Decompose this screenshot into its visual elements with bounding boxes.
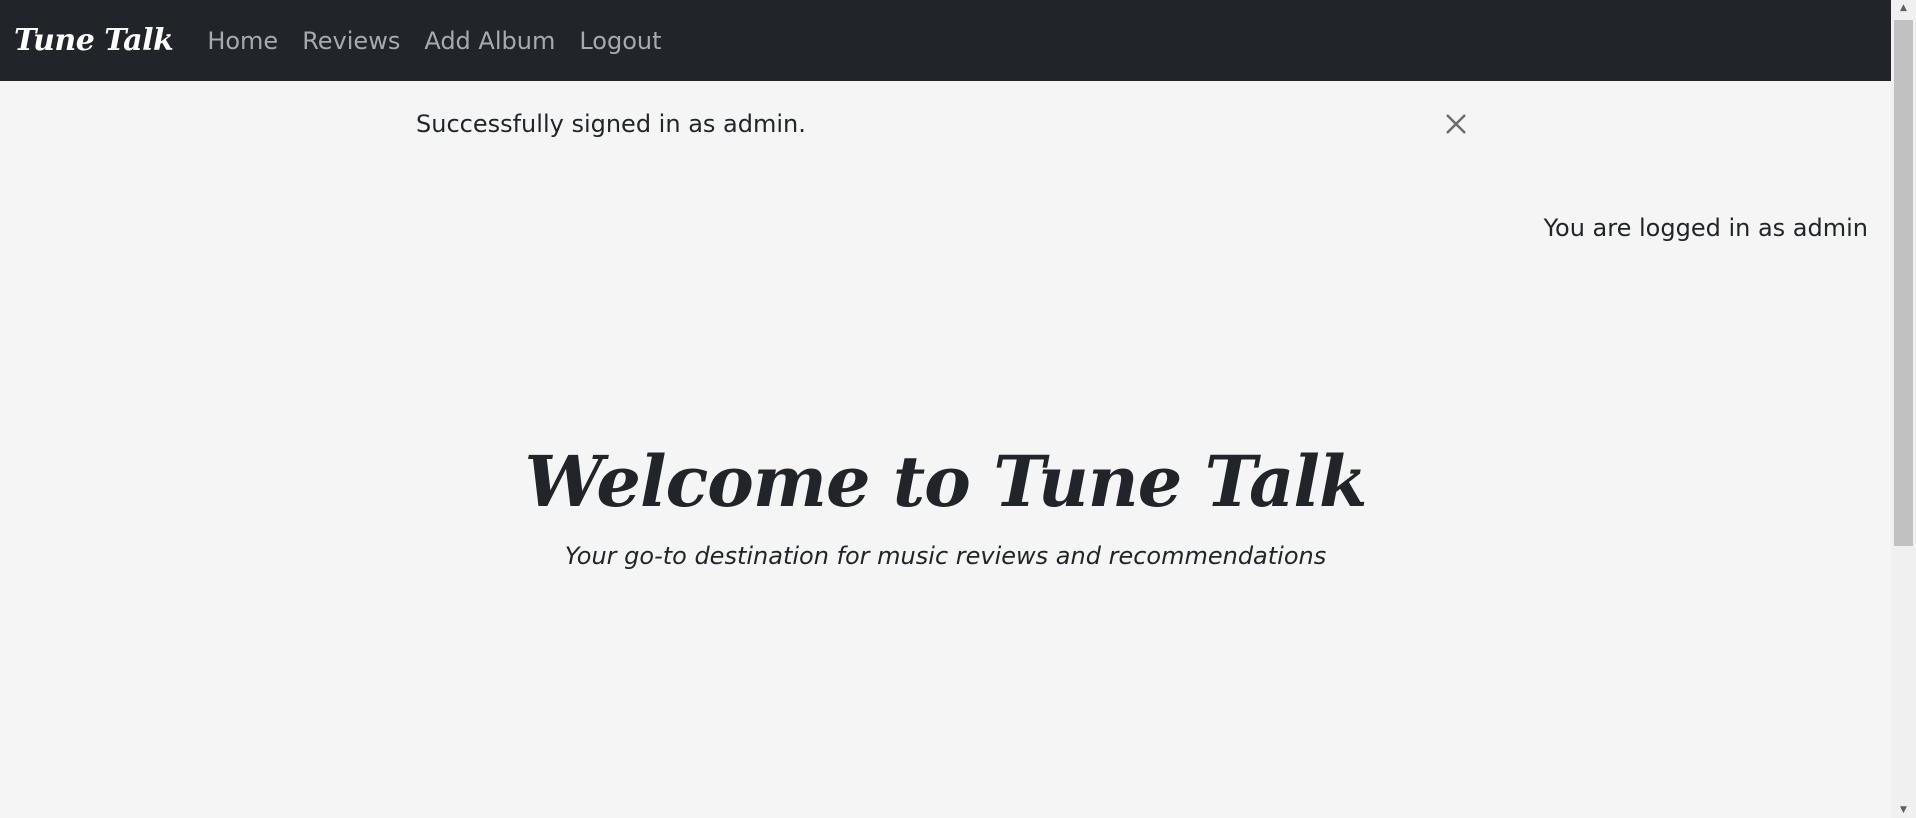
scrollbar-thumb[interactable] — [1894, 20, 1913, 546]
nav-link-add-album[interactable]: Add Album — [424, 27, 555, 55]
vertical-scrollbar[interactable]: ▲ ▼ — [1891, 0, 1916, 818]
flash-alert: Successfully signed in as admin. — [416, 106, 1476, 142]
alert-message: Successfully signed in as admin. — [416, 110, 806, 138]
close-icon — [1446, 114, 1466, 134]
scroll-down-arrow-icon[interactable]: ▼ — [1891, 802, 1916, 818]
top-navbar: Tune Talk Home Reviews Add Album Logout — [0, 0, 1891, 81]
nav-link-home[interactable]: Home — [207, 27, 278, 55]
hero-subtitle: Your go-to destination for music reviews… — [564, 542, 1327, 570]
nav-link-logout[interactable]: Logout — [579, 27, 661, 55]
hero-title: Welcome to Tune Talk — [524, 440, 1368, 523]
close-alert-button[interactable] — [1438, 106, 1474, 142]
nav-link-reviews[interactable]: Reviews — [302, 27, 400, 55]
logged-in-status: You are logged in as admin — [1543, 214, 1868, 242]
scroll-up-arrow-icon[interactable]: ▲ — [1891, 0, 1916, 16]
brand-logo-link[interactable]: Tune Talk — [14, 23, 174, 58]
